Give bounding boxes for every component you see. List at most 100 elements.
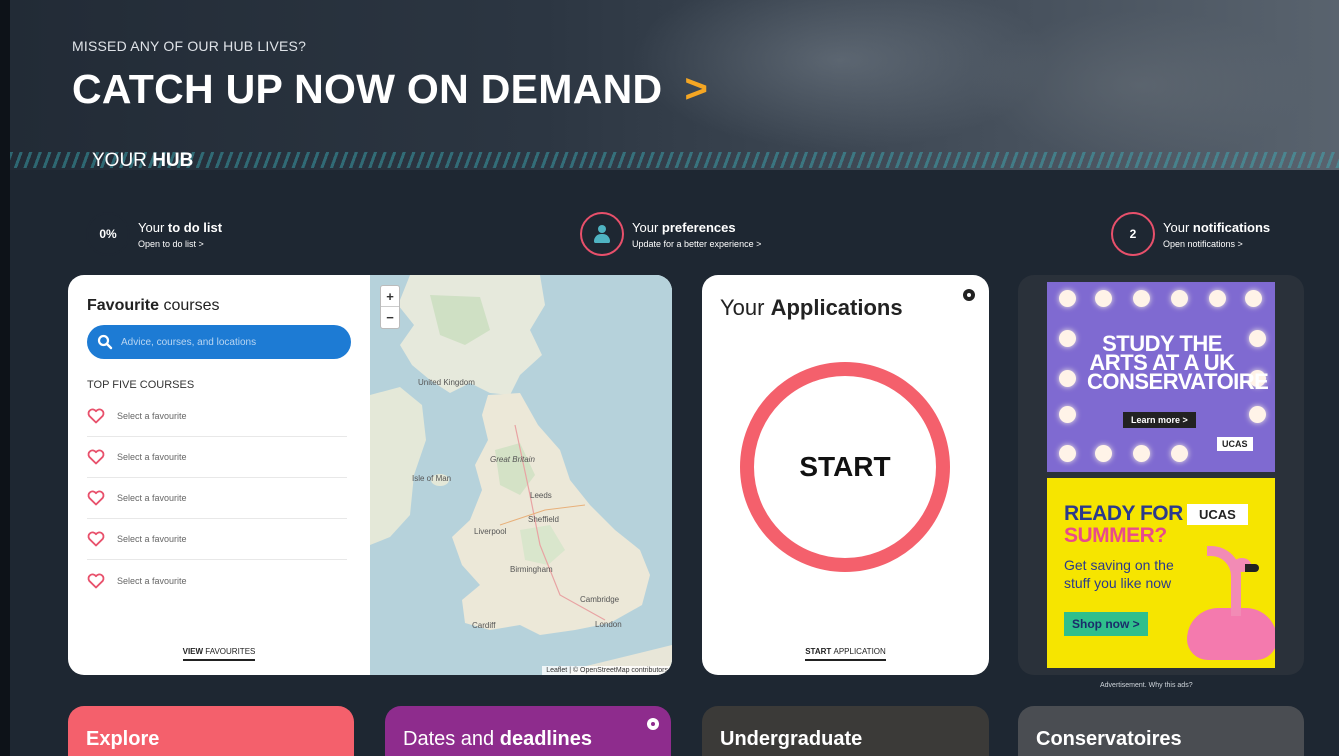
heart-icon [87, 531, 105, 547]
favourites-title: Favourite courses [87, 297, 219, 315]
map-label: Liverpool [474, 527, 507, 536]
favourite-slot[interactable]: Select a favourite [87, 437, 347, 478]
flamingo-neck [1207, 546, 1241, 616]
favourite-slot-label: Select a favourite [117, 575, 187, 586]
favourite-slot[interactable]: Select a favourite [87, 396, 347, 437]
fav-title-rest: courses [159, 297, 220, 314]
heart-icon [87, 573, 105, 588]
favourite-slot[interactable]: Select a favourite [87, 519, 347, 560]
dates-deadlines-card[interactable]: Dates and deadlines [385, 706, 671, 756]
top-five-heading: TOP FIVE COURSES [87, 379, 195, 391]
flamingo-beak [1245, 564, 1259, 572]
todo-title-prefix: Your [138, 219, 168, 235]
conservatoires-title: Conservatoires [1036, 728, 1182, 750]
map-label: Sheffield [528, 515, 559, 524]
course-location-map[interactable]: United Kingdom Great Britain Isle of Man… [370, 275, 672, 675]
favourite-courses-card: Favourite courses TOP FIVE COURSES Selec… [68, 275, 672, 675]
notifs-title-bold: notifications [1192, 219, 1271, 235]
app-title-prefix: Your [720, 295, 771, 320]
zoom-out-button[interactable]: − [381, 307, 399, 328]
notifs-title-prefix: Your [1163, 219, 1193, 235]
map-label: Isle of Man [412, 474, 452, 483]
favourite-slot-label: Select a favourite [117, 493, 187, 503]
user-icon [593, 225, 611, 243]
ad-headline-line1: READY FOR [1064, 502, 1183, 525]
view-fav-bold: VIEW [182, 647, 206, 656]
search-icon [97, 334, 113, 350]
your-hub-heading: YOUR HUB [86, 150, 199, 172]
hub-label-bold: HUB [152, 150, 194, 171]
favourites-panel: Favourite courses TOP FIVE COURSES Selec… [68, 275, 370, 675]
start-application-link[interactable]: START APPLICATION [702, 647, 989, 661]
map-label: Leeds [530, 491, 552, 500]
hub-label-prefix: YOUR [92, 150, 153, 171]
applications-card: Your Applications START START APPLICATIO… [702, 275, 989, 675]
course-search-bar[interactable] [87, 325, 351, 359]
map-label: Birmingham [510, 565, 553, 574]
notifications-link[interactable]: Open notifications > [1163, 239, 1270, 249]
start-label: START [799, 451, 891, 482]
view-fav-rest: FAVOURITES [205, 647, 256, 656]
todo-title-bold: to do list [167, 219, 223, 235]
hero-kicker: MISSED ANY OF OUR HUB LIVES? [72, 38, 307, 54]
ad-shop-now-button[interactable]: Shop now > [1064, 612, 1148, 636]
preferences-summary[interactable]: Your preferences Update for a better exp… [580, 212, 761, 256]
zoom-in-button[interactable]: + [381, 286, 399, 307]
dates-title-bold: deadlines [499, 728, 592, 750]
prefs-title-bold: preferences [661, 219, 736, 235]
hero-title-link[interactable]: CATCH UP NOW ON DEMAND > [72, 66, 708, 113]
start-link-bold: START [805, 647, 834, 656]
notifications-title: Your notifications [1163, 220, 1270, 235]
explore-card[interactable]: Explore [68, 706, 354, 756]
favourite-slot[interactable]: Select a favourite [87, 560, 347, 601]
heart-icon [87, 408, 105, 424]
applications-title: Your Applications [720, 295, 903, 321]
map-label: Great Britain [490, 455, 535, 464]
ad-body-text: Get saving on the stuff you like now [1064, 557, 1174, 591]
settings-gear-icon[interactable] [647, 718, 659, 730]
conservatoire-advert[interactable]: STUDY THE ARTS AT A UK CONSERVATOIRE Lea… [1047, 282, 1275, 472]
start-link-rest: APPLICATION [833, 647, 886, 656]
start-application-button[interactable]: START [740, 362, 950, 572]
hero-title: CATCH UP NOW ON DEMAND [72, 66, 663, 112]
ad-headline-line2: SUMMER? [1064, 524, 1167, 547]
map-label: United Kingdom [418, 378, 475, 387]
app-title-bold: Applications [770, 295, 903, 320]
favourite-slot-label: Select a favourite [117, 411, 187, 421]
preferences-title: Your preferences [632, 220, 761, 235]
settings-gear-icon[interactable] [963, 289, 975, 301]
summer-advert[interactable]: READY FOR SUMMER? Get saving on the stuf… [1047, 478, 1275, 668]
dates-title-prefix: Dates and [403, 728, 500, 750]
heart-icon [87, 490, 105, 506]
favourite-slot[interactable]: Select a favourite [87, 478, 347, 519]
ucas-logo: UCAS [1187, 504, 1248, 525]
conservatoires-card[interactable]: Conservatoires [1018, 706, 1304, 756]
course-search-input[interactable] [121, 336, 341, 348]
hero-image-shade-2 [970, 10, 1310, 160]
advertisement-note[interactable]: Advertisement. Why this ads? [1100, 682, 1193, 689]
map-label: Cambridge [580, 595, 620, 604]
favourite-slot-label: Select a favourite [117, 452, 187, 462]
notifications-summary[interactable]: 2 Your notifications Open notifications … [1111, 212, 1270, 256]
window-edge [0, 0, 10, 756]
chevron-right-icon: > [684, 67, 709, 111]
view-favourites-link[interactable]: VIEW FAVOURITES [68, 647, 370, 661]
ad-learn-more-button[interactable]: Learn more > [1123, 412, 1196, 428]
undergraduate-card[interactable]: Undergraduate [702, 706, 989, 756]
todo-link[interactable]: Open to do list > [138, 239, 222, 249]
todo-progress-ring: 0% [86, 212, 130, 256]
map-zoom-control: + − [380, 285, 400, 329]
todo-list-summary[interactable]: 0% Your to do list Open to do list > [86, 212, 222, 256]
heart-icon [87, 449, 105, 465]
undergraduate-title: Undergraduate [720, 728, 863, 750]
decorative-stripe [10, 152, 1339, 168]
map-attribution[interactable]: Leaflet | © OpenStreetMap contributors [542, 666, 672, 675]
favourite-slot-label: Select a favourite [117, 534, 187, 544]
notifications-count-ring: 2 [1111, 212, 1155, 256]
fav-title-bold: Favourite [87, 297, 160, 314]
prefs-title-prefix: Your [632, 219, 662, 235]
ucas-logo: UCAS [1217, 437, 1253, 451]
preferences-link[interactable]: Update for a better experience > [632, 239, 761, 249]
ad-headline: STUDY THE ARTS AT A UK CONSERVATOIRE [1087, 331, 1269, 394]
todo-title: Your to do list [138, 220, 222, 235]
